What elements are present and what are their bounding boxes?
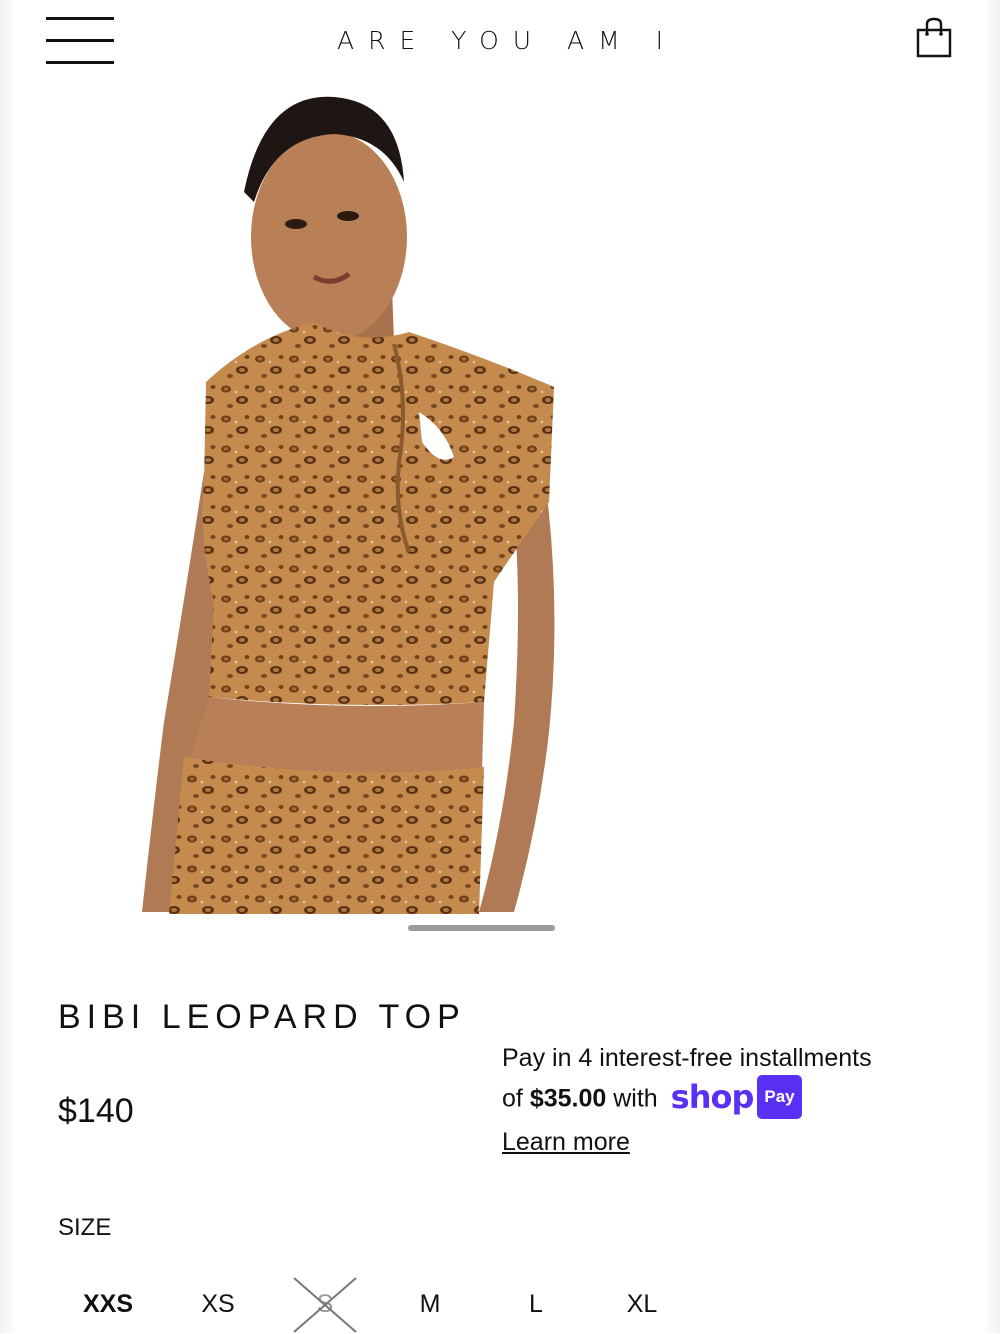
learn-more-link[interactable]: Learn more [502, 1128, 630, 1156]
size-option-xxs[interactable]: XXS [58, 1290, 158, 1319]
installments-line-1: Pay in 4 interest-free installments [502, 1044, 872, 1072]
installment-amount: $35.00 [529, 1084, 607, 1113]
product-image-gallery[interactable] [14, 82, 986, 914]
size-selector: XXS XS S M L XL [58, 1277, 958, 1333]
brand-logo[interactable]: ARE YOU AM I [0, 26, 1000, 55]
size-option-l[interactable]: L [486, 1290, 586, 1319]
installments-line-2: of $35.00 with shop Pay [502, 1075, 962, 1122]
hamburger-line [46, 61, 114, 64]
installments-of-text: of [502, 1084, 523, 1113]
page-edge-left [0, 0, 14, 1333]
installments-with-text: with [613, 1084, 658, 1113]
size-option-xl[interactable]: XL [592, 1290, 692, 1319]
shop-pay-logo: shop [670, 1078, 755, 1116]
product-photo [142, 96, 555, 914]
site-header: ARE YOU AM I [0, 0, 1000, 82]
hamburger-line [46, 17, 114, 20]
page-edge-right [986, 0, 1000, 1333]
shop-pay-installments: Pay in 4 interest-free installments of $… [502, 1038, 962, 1162]
product-price: $140 [58, 1092, 134, 1130]
size-option-m[interactable]: M [380, 1290, 480, 1319]
shopping-bag-icon [916, 17, 952, 58]
shopping-bag-button[interactable] [914, 16, 954, 60]
gallery-scroll-indicator [408, 925, 555, 931]
shop-pay-badge: Pay [757, 1075, 802, 1119]
size-option-xs[interactable]: XS [168, 1290, 268, 1319]
product-title: BIBI LEOPARD TOP [58, 998, 466, 1036]
size-label: SIZE [58, 1214, 112, 1241]
size-option-s[interactable]: S [275, 1290, 375, 1319]
